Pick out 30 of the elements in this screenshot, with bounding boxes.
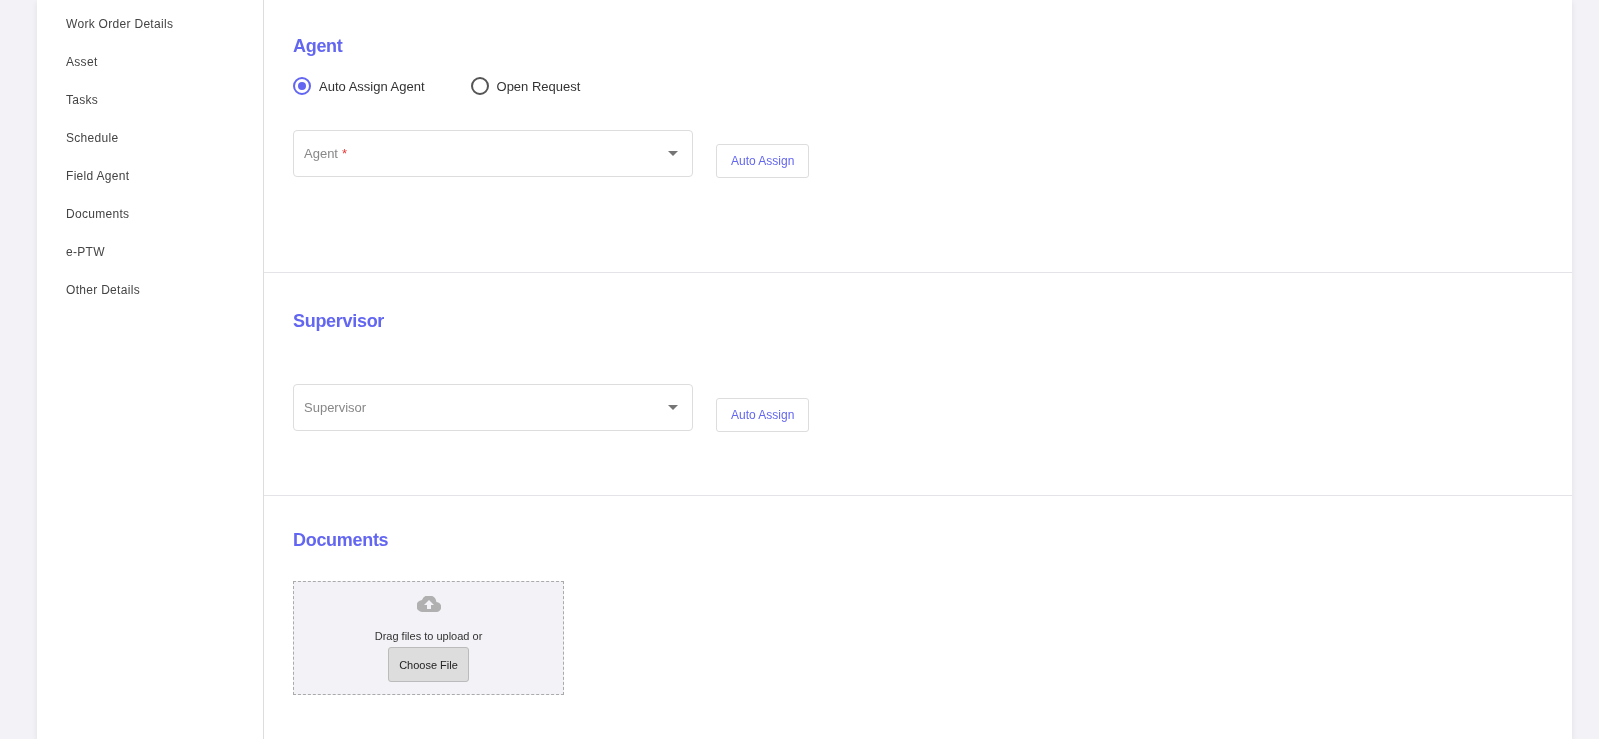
select-placeholder: Agent (304, 145, 338, 161)
section-title: Supervisor (293, 311, 386, 332)
auto-assign-button[interactable]: Auto Assign (716, 144, 810, 178)
caret-icon (668, 150, 678, 156)
sidebar-item[interactable]: Schedule (37, 131, 263, 169)
section-title: Agent (293, 36, 344, 57)
select-field[interactable]: Supervisor (293, 383, 693, 431)
radio-option[interactable]: Open Request (470, 77, 581, 95)
sidebar-item[interactable]: Asset (37, 55, 263, 93)
choose-file-button[interactable]: Choose File (388, 647, 469, 682)
select-field[interactable]: Agent * (293, 129, 693, 177)
auto-assign-button[interactable]: Auto Assign (716, 398, 810, 432)
sidebar-item[interactable]: Tasks (37, 93, 263, 131)
upload-dropzone[interactable]: Drag files to upload or Choose File (293, 581, 564, 695)
sidebar-item[interactable]: Work Order Details (37, 17, 263, 55)
radio-option[interactable]: Auto Assign Agent (293, 77, 425, 95)
radio-label: Auto Assign Agent (319, 78, 425, 94)
radio-button[interactable] (293, 77, 311, 95)
radio-label: Open Request (496, 78, 581, 94)
upload-hint: Drag files to upload or (374, 630, 483, 642)
sidebar-item[interactable]: Other Details (37, 283, 263, 321)
sidebar-item[interactable]: e-PTW (37, 245, 263, 283)
select-placeholder: Supervisor (304, 399, 367, 415)
sidebar-item[interactable]: Documents (37, 207, 263, 245)
caret-icon (668, 404, 678, 410)
required-marker: * (342, 145, 348, 161)
radio-button[interactable] (470, 77, 489, 95)
section-title: Documents (293, 530, 390, 551)
sidebar-item[interactable]: Field Agent (37, 169, 263, 207)
cloud-upload-icon (416, 596, 441, 612)
